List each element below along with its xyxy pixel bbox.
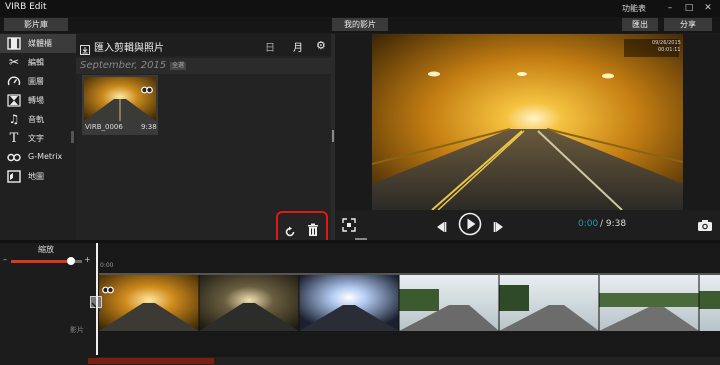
video-track-label: 影片 (70, 326, 84, 334)
sidebar-item-overlays[interactable]: 圖層 (0, 72, 76, 91)
text-t-icon: T (9, 131, 19, 146)
clip-duration: 9:38 (141, 123, 157, 131)
video-overlay-time: 00:01:11 (658, 47, 681, 53)
sidebar-item-label: 轉場 (28, 96, 44, 105)
zoom-out-button[interactable]: – (3, 255, 7, 264)
next-frame-icon[interactable] (493, 218, 505, 232)
restore-button[interactable]: □ (683, 2, 695, 14)
view-month-button[interactable]: 月 (293, 39, 303, 54)
sidebar-item-label: 編輯 (28, 58, 44, 67)
timeline-resize-grip[interactable] (355, 238, 367, 240)
playhead[interactable] (96, 243, 98, 355)
sidebar-item-edit[interactable]: ✂ 編輯 (0, 53, 76, 72)
fullscreen-icon[interactable] (342, 217, 356, 232)
zoom-in-button[interactable]: + (84, 255, 91, 264)
ruler-start-label: 0:00 (100, 262, 114, 269)
sidebar-item-map[interactable]: 地圖 (0, 167, 76, 186)
sidebar-item-transitions[interactable]: 轉場 (0, 91, 76, 110)
splitter-grip[interactable] (332, 130, 334, 142)
playback-controls (335, 210, 720, 240)
sidebar-item-label: 圖層 (28, 77, 44, 86)
clip-name: VIRB_0006 (85, 123, 123, 131)
zoom-slider-fill (11, 260, 72, 263)
app-title: VIRB Edit (5, 2, 47, 12)
sidebar-item-label: 媒體櫃 (28, 39, 52, 48)
zoom-label: 縮放 (38, 245, 54, 254)
video-preview[interactable] (371, 34, 684, 211)
close-button[interactable]: ✕ (702, 2, 714, 14)
map-icon (7, 170, 21, 183)
scissors-icon: ✂ (8, 55, 20, 69)
minimize-button[interactable]: – (664, 2, 676, 14)
sidebar-item-label: G-Metrix (28, 152, 63, 161)
date-group-label: September, 2015 (80, 60, 167, 71)
tab-library[interactable]: 影片庫 (4, 18, 68, 31)
film-icon (7, 37, 21, 50)
tab-my-videos[interactable]: 我的影片 (332, 18, 388, 31)
select-all-badge[interactable]: 全選 (170, 62, 187, 70)
view-day-button[interactable]: 日 (265, 39, 275, 54)
sidebar-collapse-handle[interactable] (71, 131, 74, 143)
play-button[interactable] (458, 212, 482, 236)
gmetrix-icon (7, 151, 21, 164)
import-icon[interactable] (80, 40, 90, 55)
sidebar-item-audio[interactable]: ♫ 音軌 (0, 110, 76, 129)
video-overlay-date: 09/26/2015 (652, 40, 681, 46)
sidebar-item-gmetrix[interactable]: G-Metrix (0, 148, 76, 167)
sidebar-item-text[interactable]: T 文字 (0, 129, 76, 148)
menu-button[interactable]: 功能表 (622, 3, 646, 14)
current-time: 0:00 (578, 219, 599, 229)
gmetrix-badge-icon (141, 79, 153, 94)
timeline-video-clip[interactable] (99, 275, 720, 331)
timeline-gmetrix-icon (102, 279, 114, 294)
sidebar-item-label: 地圖 (28, 172, 44, 181)
import-clips-button[interactable]: 匯入剪輯與照片 (94, 39, 164, 54)
sidebar-item-label: 文字 (28, 134, 44, 143)
timeline-scrollbar-thumb[interactable] (88, 358, 214, 364)
gauge-icon (7, 75, 21, 88)
share-button[interactable]: 分享 (664, 18, 712, 31)
sidebar-item-label: 音軌 (28, 115, 44, 124)
previous-frame-icon[interactable] (435, 218, 447, 232)
gear-icon[interactable]: ⚙ (316, 39, 326, 52)
hourglass-icon (7, 94, 21, 107)
export-button[interactable]: 匯出 (622, 18, 658, 31)
camera-icon[interactable] (697, 217, 713, 231)
title-bar (0, 0, 720, 17)
total-time: / 9:38 (600, 219, 627, 229)
sidebar-item-media[interactable]: 媒體櫃 (0, 34, 76, 53)
music-note-icon: ♫ (8, 112, 20, 126)
